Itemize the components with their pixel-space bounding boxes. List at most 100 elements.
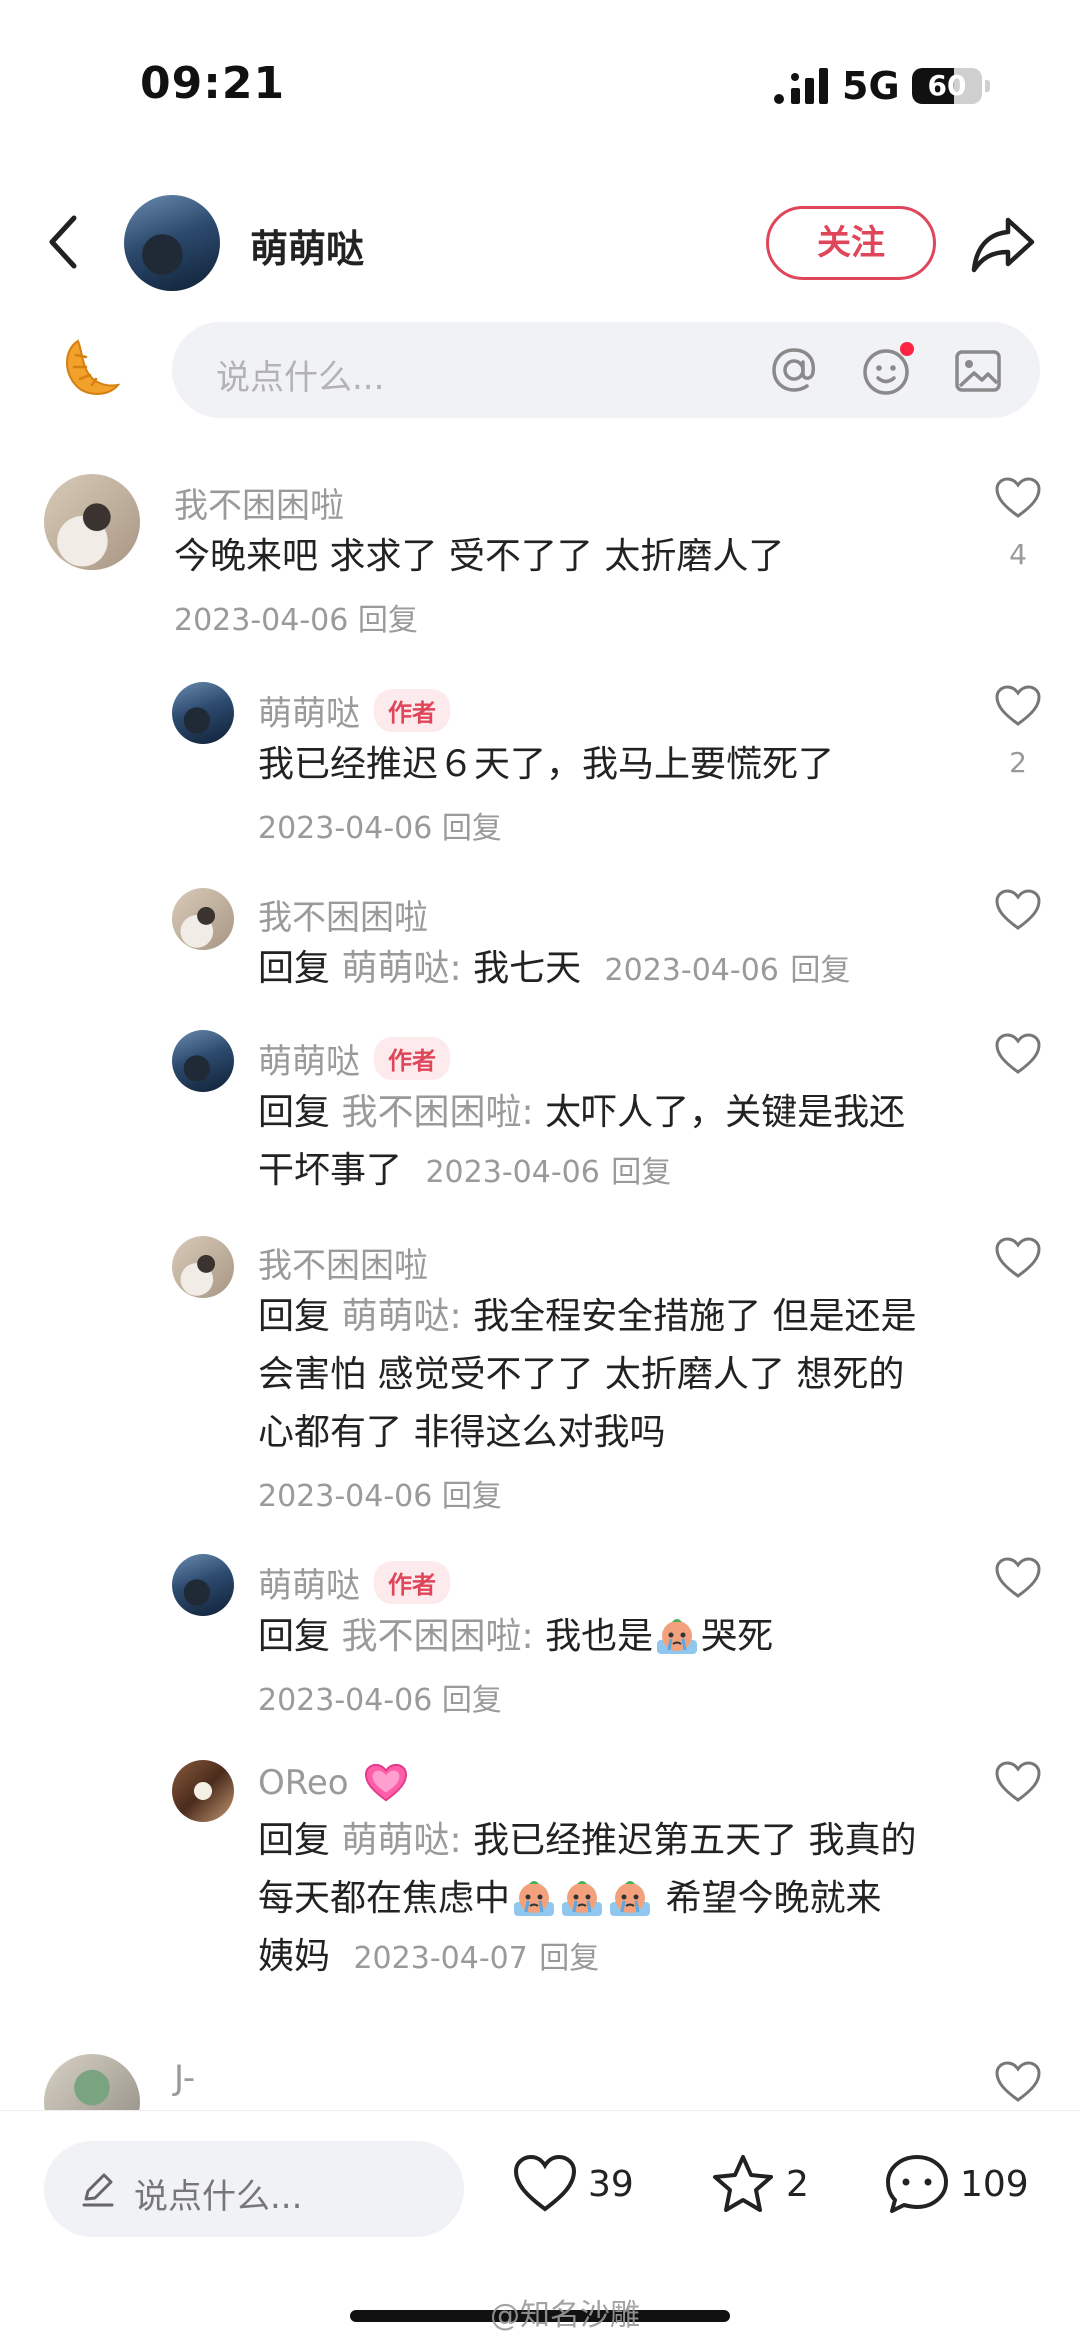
like-button[interactable]: 2 (992, 684, 1044, 779)
reply-prefix: 回复 (258, 1616, 331, 1657)
reply-button[interactable]: 回复 (539, 1941, 599, 1976)
comment-date: 2023-04-06 (604, 953, 779, 988)
heart-icon (995, 889, 1041, 930)
commenter-avatar[interactable] (172, 1554, 234, 1616)
commenter-avatar[interactable] (172, 1030, 234, 1092)
comment-count: 109 (960, 2163, 1029, 2205)
like-post-button[interactable]: 39 (512, 2153, 634, 2215)
commenter-name[interactable]: 我不困困啦 (258, 890, 428, 939)
comment-count-button[interactable]: 109 (884, 2153, 1029, 2215)
comment-text: 我已经推迟６天了，我马上要慌死了 (258, 744, 835, 785)
heart-icon (995, 1557, 1041, 1598)
comment-text: 会害怕 感觉受不了了 太折磨人了 想死的 (258, 1354, 905, 1395)
pencil-icon (82, 2173, 114, 2207)
commenter-name[interactable]: 我不困困啦 (174, 478, 344, 527)
commenter-avatar[interactable] (172, 888, 234, 950)
bottom-action-bar: 说点什么... 39 2 109 (0, 2110, 1080, 2290)
signal-icon (774, 68, 828, 104)
crying-emoji-icon (610, 1881, 651, 1916)
comment-text: 每天都在焦虑中 (258, 1878, 511, 1919)
crying-emoji-icon (657, 1619, 698, 1654)
status-bar: 09:21 5G 60 (0, 0, 1080, 170)
reply-button[interactable]: 回复 (358, 603, 418, 638)
favorite-count: 2 (786, 2163, 809, 2205)
like-button[interactable] (992, 888, 1044, 936)
comment-text: 干坏事了 (258, 1150, 403, 1191)
commenter-name[interactable]: J- (174, 2058, 195, 2098)
commenter-avatar[interactable] (172, 1760, 234, 1822)
comment-text: 心都有了 非得这么对我吗 (258, 1412, 666, 1453)
reply-button[interactable]: 回复 (442, 811, 502, 846)
image-icon[interactable] (950, 340, 1006, 400)
back-arrow-icon[interactable] (40, 212, 90, 272)
reply-button[interactable]: 回复 (790, 953, 850, 988)
comment-text: 我七天 (473, 948, 582, 989)
reply-target[interactable]: 萌萌哒: (341, 1820, 461, 1861)
watermark-text: @知名沙雕 (490, 2298, 640, 2333)
like-button[interactable] (992, 1236, 1044, 1284)
like-count: 2 (1009, 746, 1027, 779)
mention-icon[interactable] (766, 340, 822, 400)
reply-prefix: 回复 (258, 1092, 331, 1133)
heart-icon (995, 2061, 1041, 2102)
notification-dot (900, 342, 914, 356)
commenter-avatar[interactable] (44, 474, 140, 570)
like-count: 4 (1009, 538, 1027, 571)
reply-button[interactable]: 回复 (442, 1683, 502, 1718)
comment-text: 我已经推迟第五天了 我真的 (473, 1820, 917, 1861)
crying-emoji-icon (514, 1881, 555, 1916)
croissant-icon (66, 339, 121, 395)
reply-target[interactable]: 我不困困啦: (341, 1092, 533, 1133)
reply-target[interactable]: 萌萌哒: (341, 948, 461, 989)
author-name[interactable]: 萌萌哒 (250, 218, 364, 273)
favorite-button[interactable]: 2 (710, 2153, 809, 2215)
commenter-name[interactable]: 萌萌哒 (258, 686, 360, 735)
comment-date: 2023-04-06 (258, 1683, 433, 1718)
reply-target[interactable]: 萌萌哒: (341, 1296, 461, 1337)
crying-emoji-icon (562, 1881, 603, 1916)
network-type: 5G (842, 64, 900, 108)
status-time: 09:21 (140, 58, 286, 109)
pink-heart-icon (364, 1763, 407, 1802)
battery-nub (985, 80, 990, 92)
share-icon[interactable] (970, 214, 1036, 274)
comment-list: 我不困困啦 今晚来吧 求求了 受不了了 太折磨人了 2023-04-06 回复 … (0, 470, 1080, 2110)
like-button[interactable]: 4 (992, 476, 1044, 571)
like-button[interactable] (992, 1032, 1044, 1080)
like-button[interactable] (992, 2060, 1044, 2108)
comment-input[interactable]: 说点什么... (172, 322, 1040, 418)
comment-date: 2023-04-07 (353, 1941, 528, 1976)
like-button[interactable] (992, 1760, 1044, 1808)
heart-icon (513, 2154, 577, 2212)
author-tag: 作者 (374, 689, 450, 732)
comment-text: 哭死 (701, 1616, 774, 1657)
bottom-comment-input[interactable]: 说点什么... (44, 2141, 464, 2237)
commenter-avatar[interactable] (172, 682, 234, 744)
reply-prefix: 回复 (258, 1296, 331, 1337)
author-tag: 作者 (374, 1037, 450, 1080)
commenter-avatar[interactable] (44, 2054, 140, 2110)
follow-button[interactable]: 关注 (766, 206, 936, 280)
commenter-avatar[interactable] (172, 1236, 234, 1298)
star-icon (713, 2155, 773, 2212)
comment-text: 我全程安全措施了 但是还是 (473, 1296, 917, 1337)
reply-prefix: 回复 (258, 948, 331, 989)
commenter-name[interactable]: 萌萌哒 (258, 1034, 360, 1083)
emoji-button[interactable] (858, 340, 914, 400)
comment-date: 2023-04-06 (258, 811, 433, 846)
comment-text: 希望今晚就来 (665, 1878, 882, 1919)
post-header: 萌萌哒 关注 (0, 190, 1080, 300)
comment-text: 太吓人了，关键是我还 (545, 1092, 906, 1133)
reply-target[interactable]: 我不困困啦: (341, 1616, 533, 1657)
author-avatar[interactable] (124, 195, 220, 291)
battery-icon: 60 (912, 68, 982, 104)
heart-icon (995, 1761, 1041, 1802)
like-button[interactable] (992, 1556, 1044, 1604)
comment-text: 今晚来吧 求求了 受不了了 太折磨人了 (174, 536, 785, 577)
reply-button[interactable]: 回复 (611, 1155, 671, 1190)
reply-button[interactable]: 回复 (442, 1479, 502, 1514)
commenter-name[interactable]: 我不困困啦 (258, 1238, 428, 1287)
commenter-name[interactable]: 萌萌哒 (258, 1558, 360, 1607)
commenter-name[interactable]: OReo (258, 1763, 349, 1803)
comment-text: 姨妈 (258, 1936, 331, 1977)
